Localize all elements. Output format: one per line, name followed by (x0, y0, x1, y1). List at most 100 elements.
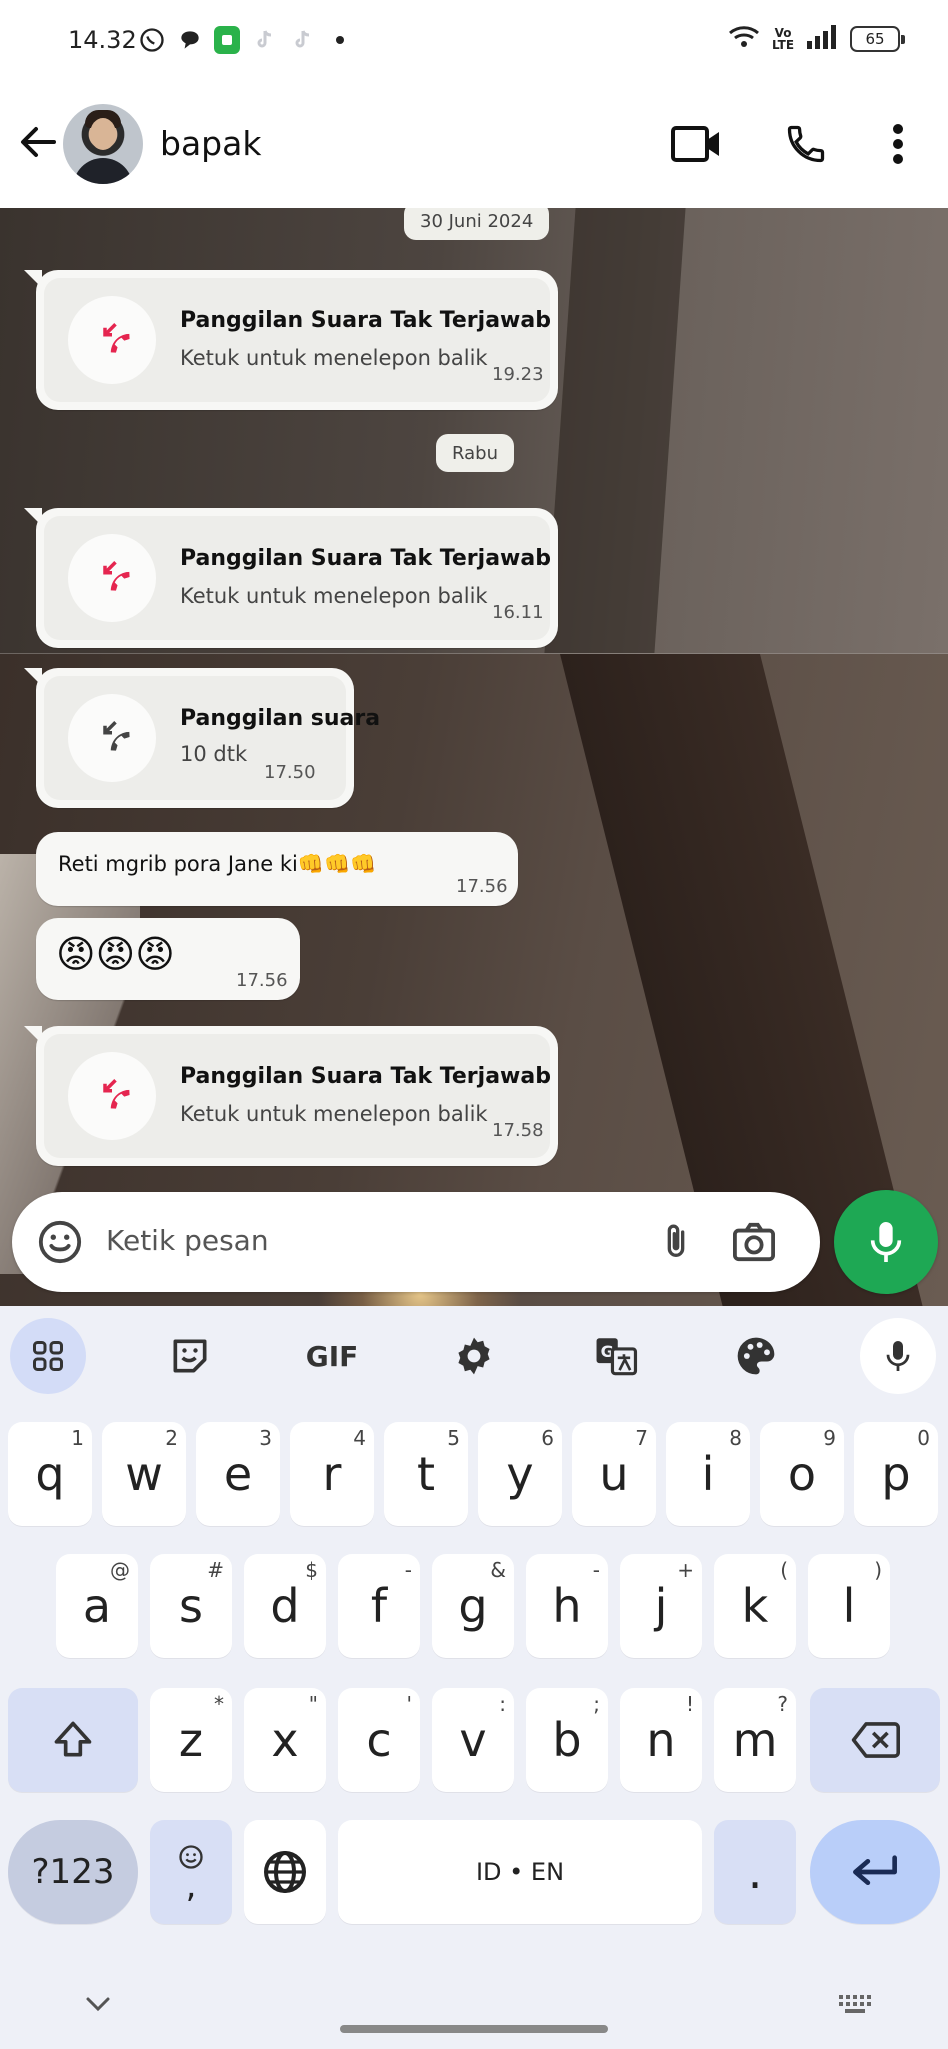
voice-typing-button[interactable] (860, 1318, 936, 1394)
status-indicators: Vo LTE 65 (728, 24, 905, 54)
shift-arrow-icon (54, 1721, 92, 1757)
missed-call-icon (68, 1052, 156, 1140)
battery-icon: 65 (850, 26, 905, 52)
message-body: Reti mgrib pora Jane ki (58, 852, 298, 876)
sticker-button[interactable] (152, 1318, 228, 1394)
gear-icon (458, 1337, 490, 1375)
key-g[interactable]: g & (432, 1554, 514, 1658)
smiley-icon (38, 1220, 82, 1264)
shift-key[interactable] (8, 1688, 138, 1792)
key-j[interactable]: j + (620, 1554, 702, 1658)
phone-icon (787, 125, 825, 163)
message-text: Reti mgrib pora Jane ki👊👊👊 (58, 852, 376, 877)
key-d[interactable]: d $ (244, 1554, 326, 1658)
key-c[interactable]: c ' (338, 1688, 420, 1792)
emoji-button[interactable] (32, 1214, 88, 1270)
call-duration: 10 dtk (180, 742, 248, 766)
message-input[interactable]: Ketik pesan (106, 1224, 269, 1257)
key-l[interactable]: l) (808, 1554, 890, 1658)
wifi-icon (728, 24, 760, 54)
globe-icon (264, 1851, 306, 1893)
text-message-bubble[interactable]: Reti mgrib pora Jane ki👊👊👊 17.56 (36, 832, 518, 906)
chat-header: bapak (0, 84, 948, 208)
app-green-icon (214, 26, 240, 54)
key-w[interactable]: w2 (102, 1422, 186, 1526)
theme-button[interactable] (718, 1318, 794, 1394)
keyboard-switcher-button[interactable] (836, 1986, 876, 2022)
tiktok-icon (288, 26, 316, 54)
contact-name[interactable]: bapak (160, 124, 261, 163)
key-m[interactable]: m? (714, 1688, 796, 1792)
translate-button[interactable]: G (578, 1318, 654, 1394)
message-time: 17.56 (236, 970, 288, 991)
key-x[interactable]: x " (244, 1688, 326, 1792)
date-chip: 30 Juni 2024 (404, 208, 550, 240)
symbols-key[interactable]: ?123 (8, 1820, 138, 1924)
emoji-comma-key[interactable]: , (150, 1820, 232, 1924)
message-composer: Ketik pesan (12, 1192, 820, 1292)
message-time: 17.50 (264, 762, 316, 783)
message-time: 19.23 (492, 364, 544, 385)
more-options-button[interactable] (868, 114, 928, 174)
key-v[interactable]: v: (432, 1688, 514, 1792)
palette-icon (737, 1337, 775, 1375)
key-t[interactable]: t5 (384, 1422, 468, 1526)
key-s[interactable]: s # (150, 1554, 232, 1658)
key-q[interactable]: q1 (8, 1422, 92, 1526)
voice-call-bubble[interactable]: Panggilan suara 10 dtk 17.50 (24, 668, 380, 808)
volte-icon: Vo LTE (772, 26, 795, 52)
key-r[interactable]: r4 (290, 1422, 374, 1526)
key-z[interactable]: z * (150, 1688, 232, 1792)
backspace-key[interactable] (810, 1688, 940, 1792)
key-f[interactable]: f- (338, 1554, 420, 1658)
more-vertical-icon (893, 124, 903, 164)
angry-emoji: 😡😡😡 (56, 932, 175, 976)
key-i[interactable]: i8 (666, 1422, 750, 1526)
status-bar: 14.32 Vo LTE 65 (0, 0, 948, 84)
emoji-message-bubble[interactable]: 😡😡😡 17.56 (36, 918, 300, 1000)
key-n[interactable]: n! (620, 1688, 702, 1792)
back-button[interactable] (14, 118, 62, 166)
key-h[interactable]: h- (526, 1554, 608, 1658)
chat-messages[interactable]: 30 Juni 2024 Panggilan Suara Tak Terjawa… (0, 208, 948, 1306)
voice-call-button[interactable] (776, 114, 836, 174)
enter-arrow-icon (853, 1855, 897, 1886)
key-o[interactable]: o9 (760, 1422, 844, 1526)
key-a[interactable]: a @ (56, 1554, 138, 1658)
enter-key[interactable] (810, 1820, 940, 1924)
attach-button[interactable] (648, 1214, 704, 1270)
keyboard-icon (839, 1995, 871, 2013)
call-subtitle: Ketuk untuk menelepon balik (180, 1102, 488, 1126)
microphone-icon (886, 1341, 910, 1371)
key-y[interactable]: y6 (478, 1422, 562, 1526)
hide-keyboard-button[interactable] (80, 1986, 116, 2022)
home-indicator[interactable] (340, 2025, 608, 2033)
settings-button[interactable] (436, 1318, 512, 1394)
back-arrow-icon (21, 127, 56, 157)
key-k[interactable]: k( (714, 1554, 796, 1658)
video-call-button[interactable] (666, 114, 726, 174)
language-key[interactable] (244, 1820, 326, 1924)
signal-icon (806, 25, 838, 53)
chevron-down-icon (86, 1997, 110, 2012)
whatsapp-icon (138, 26, 166, 54)
key-u[interactable]: u7 (572, 1422, 656, 1526)
gif-button[interactable]: GIF (294, 1318, 370, 1394)
key-b[interactable]: b; (526, 1688, 608, 1792)
key-p[interactable]: p0 (854, 1422, 938, 1526)
missed-call-bubble[interactable]: Panggilan Suara Tak Terjawab Ketuk untuk… (24, 270, 558, 410)
key-e[interactable]: e3 (196, 1422, 280, 1526)
camera-button[interactable] (726, 1214, 782, 1270)
paperclip-icon (667, 1224, 685, 1257)
voice-message-button[interactable] (834, 1190, 938, 1294)
call-title: Panggilan Suara Tak Terjawab (180, 546, 551, 571)
missed-call-bubble[interactable]: Panggilan Suara Tak Terjawab Ketuk untuk… (24, 1026, 558, 1166)
period-key[interactable]: . (714, 1820, 796, 1924)
space-bar[interactable]: ID • EN (338, 1820, 702, 1924)
contact-avatar[interactable] (63, 104, 143, 184)
apps-grid-button[interactable] (10, 1318, 86, 1394)
missed-call-bubble[interactable]: Panggilan Suara Tak Terjawab Ketuk untuk… (24, 508, 558, 648)
camera-icon (733, 1222, 775, 1262)
message-time: 17.58 (492, 1120, 544, 1141)
backspace-icon (851, 1722, 900, 1758)
